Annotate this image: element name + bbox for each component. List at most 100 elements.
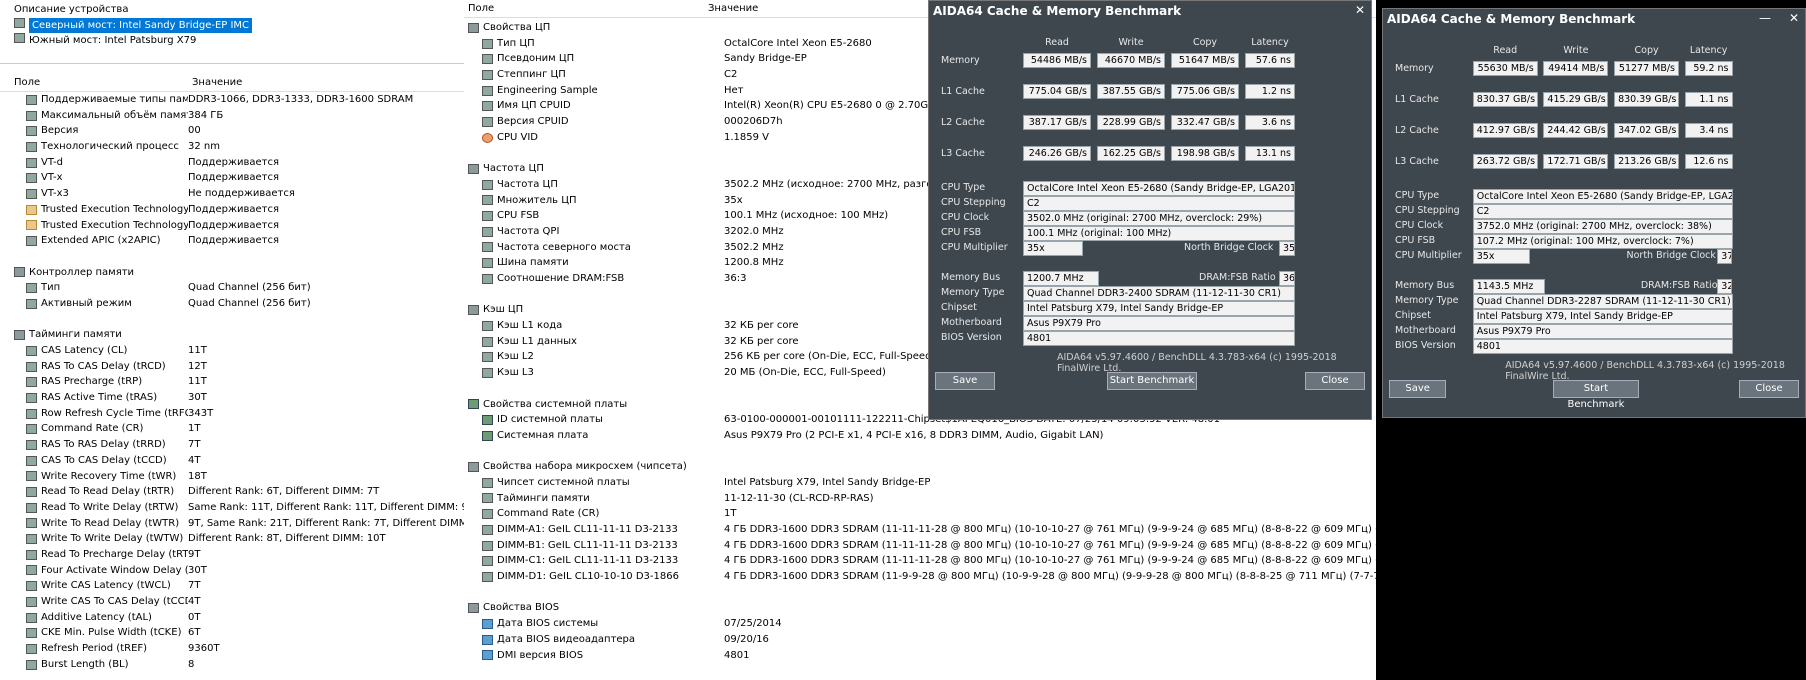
column-value[interactable]: Значение: [188, 77, 242, 88]
table-row[interactable]: DIMM-D1: GeIL CL10-10-10 D3-1866 4 ГБ DDR…: [464, 569, 1376, 585]
bench-row-label: L2 Cache: [1395, 125, 1439, 136]
close-icon[interactable]: ✕: [1355, 3, 1365, 17]
table-row[interactable]: Row Refresh Cycle Time (tRFC) 343T: [0, 406, 464, 422]
bench-value-read: 263.72 GB/s: [1472, 154, 1538, 169]
table-row[interactable]: CKE Min. Pulse Width (tCKE) 6T: [0, 625, 464, 641]
bench-value-copy: 332.47 GB/s: [1171, 115, 1239, 130]
info-dram-fsb-ratio: 32:3: [1717, 279, 1733, 294]
table-row[interactable]: Контроллер памяти: [0, 265, 464, 281]
table-row[interactable]: Write CAS Latency (tWCL) 7T: [0, 578, 464, 594]
table-row[interactable]: Поддерживаемые типы памя DDR3-1066, DDR3-…: [0, 92, 464, 108]
table-row[interactable]: Extended APIC (x2APIC) Поддерживается: [0, 233, 464, 249]
table-row[interactable]: [0, 312, 464, 328]
close-button[interactable]: Close: [1739, 380, 1799, 398]
table-row[interactable]: CAS To CAS Delay (tCCD) 4T: [0, 453, 464, 469]
field-value: 4 ГБ DDR3-1600 DDR3 SDRAM (11-11-11-28 @…: [724, 555, 1376, 567]
table-row[interactable]: Тайминги памяти: [0, 327, 464, 343]
info-label: Chipset: [941, 302, 977, 313]
table-row[interactable]: Command Rate (CR) 1T: [464, 506, 1376, 522]
column-header-read: Read: [1045, 37, 1069, 48]
table-row[interactable]: Максимальный объём памяти 384 ГБ: [0, 108, 464, 124]
table-row[interactable]: Дата BIOS видеоадаптера 09/20/16: [464, 632, 1376, 648]
table-row[interactable]: Write To Read Delay (tWTR) 9T, Same Rank:…: [0, 516, 464, 532]
info-mb: Asus P9X79 Pro: [1023, 316, 1295, 331]
save-button[interactable]: Save: [1389, 380, 1447, 398]
table-row[interactable]: Read To Write Delay (tRTW) Same Rank: 11T…: [0, 500, 464, 516]
field-label: Additive Latency (tAL): [41, 611, 152, 623]
table-row[interactable]: [464, 585, 1376, 601]
column-field[interactable]: Поле: [464, 3, 704, 14]
table-row[interactable]: RAS Precharge (tRP) 11T: [0, 374, 464, 390]
table-row[interactable]: Write Recovery Time (tWR) 18T: [0, 469, 464, 485]
field-label: Частота ЦП: [497, 178, 558, 190]
device-south-bridge[interactable]: Южный мост: Intel Patsburg X79: [0, 33, 464, 49]
table-row[interactable]: Тайминги памяти 11-12-11-30 (CL-RCD-RP-RA…: [464, 491, 1376, 507]
minimize-icon[interactable]: —: [1759, 11, 1771, 25]
table-row[interactable]: Активный режим Quad Channel (256 бит): [0, 296, 464, 312]
table-row[interactable]: DIMM-B1: GeIL CL11-11-11 D3-2133 4 ГБ DDR…: [464, 538, 1376, 554]
column-field[interactable]: Поле: [0, 77, 188, 88]
info-label: Motherboard: [1395, 325, 1456, 336]
save-button[interactable]: Save: [935, 372, 995, 390]
table-row[interactable]: Additive Latency (tAL) 0T: [0, 610, 464, 626]
column-header-latency: Latency: [1251, 37, 1289, 48]
table-row[interactable]: Системная плата Asus P9X79 Pro (2 PCI-E x…: [464, 428, 1376, 444]
table-row[interactable]: Read To Precharge Delay (tRTP) 9T: [0, 547, 464, 563]
table-row[interactable]: Чипсет системной платы Intel Patsburg X79…: [464, 475, 1376, 491]
close-icon[interactable]: ✕: [1789, 11, 1799, 25]
table-row[interactable]: VT-x Поддерживается: [0, 170, 464, 186]
field-label: Имя ЦП CPUID: [497, 100, 571, 112]
chip-icon: [482, 54, 493, 65]
table-row[interactable]: Four Activate Window Delay (t... 30T: [0, 563, 464, 579]
table-row[interactable]: Тип Quad Channel (256 бит): [0, 280, 464, 296]
table-row[interactable]: DIMM-A1: GeIL CL11-11-11 D3-2133 4 ГБ DDR…: [464, 522, 1376, 538]
table-row[interactable]: [0, 249, 464, 265]
table-row[interactable]: Trusted Execution Technology ... Поддержи…: [0, 218, 464, 234]
table-row[interactable]: [464, 444, 1376, 460]
table-row[interactable]: DMI версия BIOS 4801: [464, 648, 1376, 664]
start-benchmark-button[interactable]: Start Benchmark: [1552, 380, 1639, 410]
chip-icon: [26, 283, 37, 294]
table-row[interactable]: DIMM-C1: GeIL CL11-11-11 D3-2133 4 ГБ DDR…: [464, 553, 1376, 569]
table-row[interactable]: Refresh Period (tREF) 9360T: [0, 641, 464, 657]
bench-row-label: L1 Cache: [1395, 94, 1439, 105]
table-row[interactable]: Дата BIOS системы 07/25/2014: [464, 616, 1376, 632]
table-row[interactable]: Версия 00: [0, 123, 464, 139]
table-row[interactable]: Свойства BIOS: [464, 600, 1376, 616]
field-value: 11T: [188, 345, 207, 356]
info-label: Memory Type: [941, 287, 1005, 298]
info-label: BIOS Version: [1395, 340, 1456, 351]
field-value: 11-12-11-30 (CL-RCD-RP-RAS): [724, 492, 874, 504]
table-row[interactable]: Burst Length (BL) 8: [0, 657, 464, 673]
table-row[interactable]: Read To Read Delay (tRTR) Different Rank:…: [0, 484, 464, 500]
bench-value-write: 46670 MB/s: [1097, 53, 1165, 68]
table-row[interactable]: Trusted Execution Technology ... Поддержи…: [0, 202, 464, 218]
table-row[interactable]: VT-d Поддерживается: [0, 155, 464, 171]
bench-value-write: 162.25 GB/s: [1097, 146, 1165, 161]
field-label: RAS Precharge (tRP): [41, 376, 143, 388]
info-label: DRAM:FSB Ratio: [1640, 280, 1718, 291]
field-label: Read To Precharge Delay (tRTP): [41, 548, 188, 560]
table-row[interactable]: Свойства набора микросхем (чипсета): [464, 459, 1376, 475]
info-label: Motherboard: [941, 317, 1002, 328]
table-row[interactable]: VT-x3 Не поддерживается: [0, 186, 464, 202]
close-button[interactable]: Close: [1305, 372, 1365, 390]
field-value: [724, 459, 1376, 475]
table-row[interactable]: RAS To RAS Delay (tRRD) 7T: [0, 437, 464, 453]
table-row[interactable]: Command Rate (CR) 1T: [0, 421, 464, 437]
field-value: Intel Patsburg X79, Intel Sandy Bridge-E…: [724, 476, 931, 488]
table-row[interactable]: Технологический процесс 32 nm: [0, 139, 464, 155]
table-row[interactable]: RAS To CAS Delay (tRCD) 12T: [0, 359, 464, 375]
column-header-latency: Latency: [1689, 45, 1728, 56]
table-row[interactable]: Write CAS To CAS Delay (tCCD 4T: [0, 594, 464, 610]
table-row[interactable]: Write To Write Delay (tWTW) Different Ran…: [0, 531, 464, 547]
chip-icon: [482, 226, 493, 237]
column-value[interactable]: Значение: [704, 3, 758, 14]
device-north-bridge[interactable]: Северный мост: Intel Sandy Bridge-EP IMC: [0, 17, 464, 34]
table-row[interactable]: RAS Active Time (tRAS) 30T: [0, 390, 464, 406]
bench-value-read: 387.17 GB/s: [1023, 115, 1091, 130]
table-row[interactable]: CAS Latency (CL) 11T: [0, 343, 464, 359]
left-column-header: Поле Значение: [0, 74, 464, 92]
field-value: 30T: [188, 564, 207, 576]
start-benchmark-button[interactable]: Start Benchmark: [1107, 372, 1197, 390]
